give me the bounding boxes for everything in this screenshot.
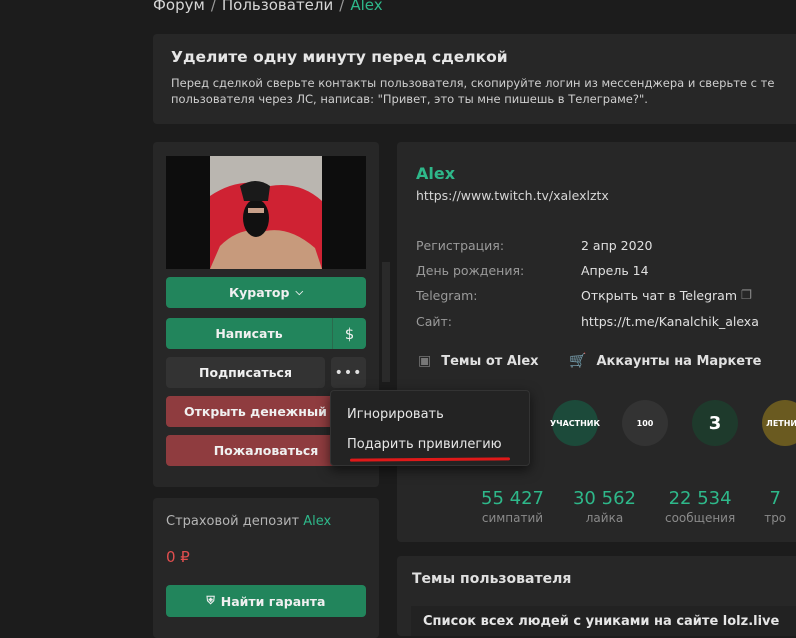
stat-value: 22 534 [668, 488, 732, 509]
more-dots-icon: ••• [334, 364, 363, 381]
stat-value: 55 427 [481, 488, 544, 509]
copy-icon[interactable]: ❐ [741, 287, 752, 302]
menu-item-gift-privilege[interactable]: Подарить привилегию [347, 437, 502, 452]
stat-value: 30 562 [572, 488, 636, 509]
breadcrumb: Форум / Пользователи / Alex [153, 0, 383, 14]
subscribe-label: Подписаться [199, 365, 292, 380]
write-message-button[interactable]: Написать $ [166, 318, 366, 349]
stat-messages[interactable]: 22 534 сообщения [665, 488, 735, 525]
profile-stats: 55 427 симпатий 30 562 лайка 22 534 сообщен… [481, 488, 796, 525]
breadcrumb-current: Alex [350, 0, 383, 14]
dollar-icon[interactable]: $ [332, 318, 366, 349]
avatar-photo [210, 156, 322, 269]
breadcrumb-separator: / [339, 0, 345, 14]
shield-icon: ⛨ [206, 594, 215, 607]
notice-title: Уделите одну минуту перед сделкой [171, 48, 508, 66]
field-value: Апрель 14 [581, 263, 649, 278]
user-threads-panel: Темы пользователя Список всех людей с ун… [397, 556, 796, 636]
badge-label: 100 [636, 418, 654, 428]
tab-user-threads[interactable]: ▣ Темы от Alex [418, 353, 539, 369]
profile-main-panel: Alex https://www.twitch.tv/xalexlztx Рег… [397, 142, 796, 542]
report-label: Пожаловаться [213, 443, 319, 458]
cart-icon: 🛒 [569, 353, 587, 369]
breadcrumb-users[interactable]: Пользователи [222, 0, 333, 14]
more-options-button[interactable]: ••• [331, 357, 366, 388]
deposit-label: Страховой депозит [166, 514, 300, 529]
badges-row: УЧАСТНИК 100 3 ЛЕТНИЙ [549, 400, 796, 446]
stat-label: сообщения [664, 511, 736, 525]
avatar[interactable] [166, 156, 366, 269]
stat-label: лайка [585, 511, 624, 525]
chevron-down-icon: ⌵ [295, 287, 304, 298]
badge-label: ЛЕТНИЙ [766, 418, 796, 428]
tab-threads-label: Темы от Alex [441, 353, 539, 369]
profile-username: Alex [416, 164, 456, 183]
badge-label: УЧАСТНИК [549, 418, 601, 428]
badge-label: 3 [708, 412, 722, 434]
stat-label: тро [764, 511, 787, 525]
avatar-image [210, 156, 322, 269]
profile-link[interactable]: https://www.twitch.tv/xalexlztx [416, 188, 609, 203]
breadcrumb-separator: / [210, 0, 216, 14]
deposit-amount: 0 ₽ [166, 548, 190, 566]
field-key: Telegram: [416, 288, 478, 303]
user-threads-title: Темы пользователя [412, 571, 572, 587]
scrollbar[interactable] [382, 262, 390, 382]
stat-value: 7 [769, 488, 781, 509]
notice-line-2: пользователя через ЛС, написав: "Привет,… [171, 92, 648, 106]
telegram-chat-link[interactable]: Открыть чат в Telegram [581, 288, 737, 303]
deposit-user[interactable]: Alex [303, 514, 331, 529]
insurance-deposit-panel: Страховой депозит Alex 0 ₽ ⛨ Найти гарант… [153, 498, 379, 638]
field-value: 2 апр 2020 [581, 238, 653, 253]
field-key: Регистрация: [416, 238, 505, 253]
menu-item-ignore[interactable]: Игнорировать [347, 407, 444, 422]
field-key: День рождения: [416, 263, 525, 278]
write-label: Написать [215, 326, 283, 341]
deposit-title: Страховой депозит Alex [166, 514, 331, 529]
stat-trophies[interactable]: 7 тро [764, 488, 786, 525]
notice-line-1: Перед сделкой сверьте контакты пользоват… [171, 76, 775, 90]
site-link[interactable]: https://t.me/Kanalchik_alexa [581, 314, 759, 329]
tab-market-accounts[interactable]: 🛒 Аккаунты на Маркете [569, 353, 761, 369]
find-guarantor-label: Найти гаранта [220, 593, 326, 609]
member-badge[interactable]: УЧАСТНИК [549, 400, 601, 446]
find-guarantor-button[interactable]: ⛨ Найти гаранта [166, 585, 366, 617]
100-reviews-badge[interactable]: 100 [622, 400, 668, 446]
notice-text: Перед сделкой сверьте контакты пользоват… [171, 75, 795, 107]
3-years-badge[interactable]: 3 [692, 400, 738, 446]
curator-label: Куратор [228, 285, 290, 300]
stat-sympathies[interactable]: 55 427 симпатий [481, 488, 544, 525]
breadcrumb-forum[interactable]: Форум [153, 0, 205, 14]
subscribe-button[interactable]: Подписаться [166, 357, 325, 388]
field-key: Сайт: [416, 314, 453, 329]
stat-likes[interactable]: 30 562 лайка [573, 488, 636, 525]
curator-button[interactable]: Куратор ⌵ [166, 277, 366, 308]
chat-bubble-icon: ▣ [418, 353, 432, 369]
deal-warning-notice: Уделите одну минуту перед сделкой Перед … [153, 34, 796, 124]
stat-label: симпатий [481, 511, 544, 525]
more-options-dropdown: Игнорировать Подарить привилегию [330, 390, 530, 466]
tab-market-label: Аккаунты на Маркете [596, 353, 762, 369]
summer-activist-badge[interactable]: ЛЕТНИЙ [762, 400, 796, 446]
